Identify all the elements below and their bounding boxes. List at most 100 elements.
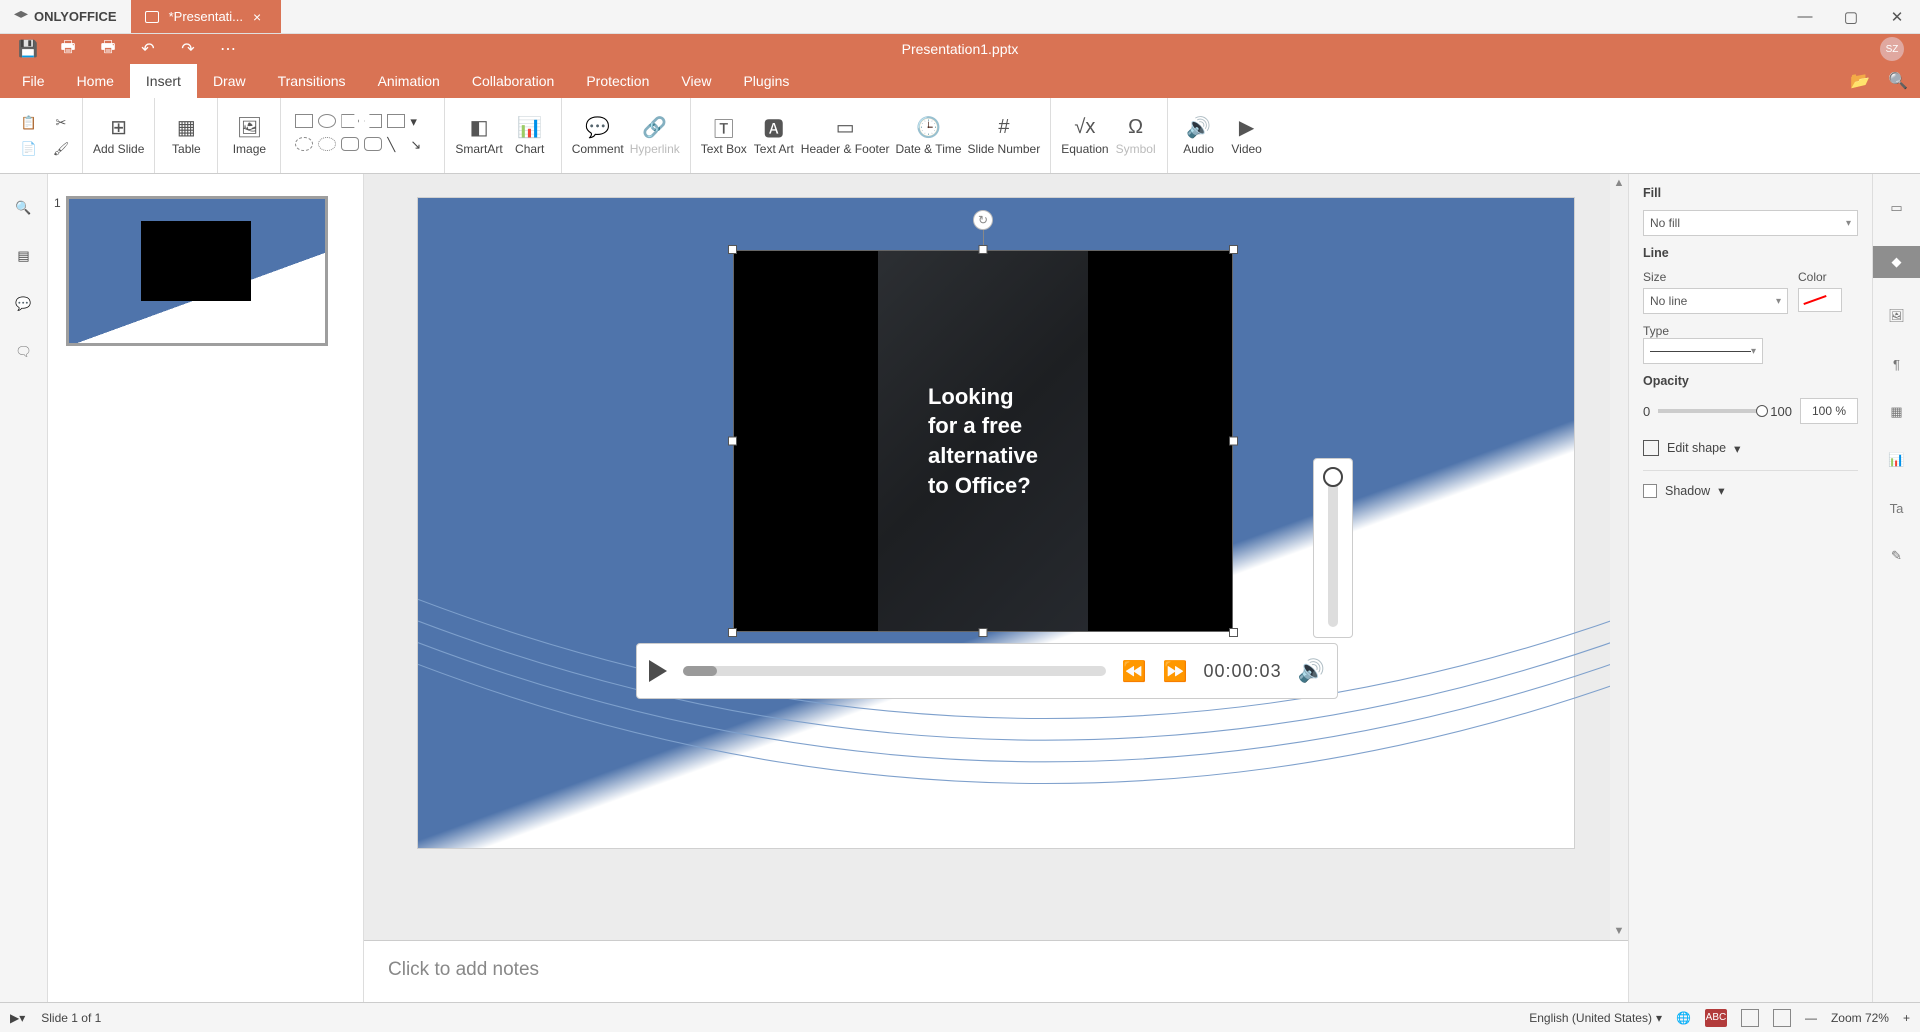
tab-protection[interactable]: Protection	[570, 64, 665, 98]
slide-settings-icon[interactable]: ▭	[1887, 198, 1907, 218]
seek-bar[interactable]	[683, 666, 1106, 676]
header-footer-button[interactable]: ▭ Header & Footer	[801, 115, 890, 156]
resize-handle-n[interactable]	[979, 245, 988, 254]
fill-select[interactable]: No fill ▾	[1643, 210, 1858, 236]
tab-collaboration[interactable]: Collaboration	[456, 64, 571, 98]
notes-pane[interactable]: Click to add notes	[364, 940, 1628, 1002]
opacity-knob[interactable]	[1756, 405, 1768, 417]
comment-button[interactable]: 💬 Comment	[572, 115, 624, 156]
zoom-in-button[interactable]: +	[1903, 1011, 1910, 1025]
textart-settings-icon[interactable]: Ta	[1887, 498, 1907, 518]
slide-thumbnail-1[interactable]	[66, 196, 328, 346]
resize-handle-e[interactable]	[1229, 437, 1238, 446]
forward-button[interactable]: ⏩	[1163, 659, 1188, 684]
spellcheck-badge[interactable]: ABC	[1705, 1009, 1727, 1027]
rewind-button[interactable]: ⏪	[1122, 659, 1147, 684]
video-frame[interactable]: Looking for a free alternative to Office…	[733, 250, 1233, 632]
line-color-swatch[interactable]	[1798, 288, 1842, 312]
paste-button[interactable]: 📄	[18, 138, 40, 160]
video-button[interactable]: ▶ Video	[1226, 115, 1268, 156]
table-button[interactable]: ▦ Table	[165, 115, 207, 156]
resize-handle-nw[interactable]	[728, 245, 737, 254]
scroll-down-icon[interactable]: ▼	[1610, 922, 1628, 940]
shapes-gallery[interactable]: ▾ ╲ ↘	[291, 110, 434, 161]
resize-handle-se[interactable]	[1229, 628, 1238, 637]
chart-settings-icon[interactable]: 📊	[1887, 450, 1907, 470]
chart-button[interactable]: 📊 Chart	[509, 115, 551, 156]
paragraph-settings-icon[interactable]: ¶	[1887, 354, 1907, 374]
signature-settings-icon[interactable]: ✎	[1887, 546, 1907, 566]
hyperlink-button[interactable]: 🔗 Hyperlink	[630, 115, 680, 156]
document-tab[interactable]: *Presentati... ×	[131, 0, 282, 33]
table-settings-icon[interactable]: ▦	[1887, 402, 1907, 422]
quick-print-button[interactable]: 🖶	[88, 34, 128, 64]
shadow-checkbox[interactable]	[1643, 484, 1657, 498]
tab-home[interactable]: Home	[61, 64, 130, 98]
find-icon[interactable]: 🔍	[14, 198, 34, 218]
opacity-slider[interactable]	[1658, 409, 1762, 413]
copy-button[interactable]: 📋	[18, 112, 40, 134]
search-icon[interactable]: 🔍	[1888, 71, 1908, 91]
textbox-button[interactable]: 🅃 Text Box	[701, 115, 747, 156]
window-minimize[interactable]: —	[1782, 0, 1828, 33]
start-slideshow-button[interactable]: ▶▾	[10, 1011, 25, 1025]
tab-draw[interactable]: Draw	[197, 64, 262, 98]
print-button[interactable]: 🖶	[48, 34, 88, 64]
add-slide-button[interactable]: ⊞ Add Slide	[93, 115, 144, 156]
close-tab-icon[interactable]: ×	[253, 9, 261, 25]
language-selector[interactable]: English (United States) ▾	[1529, 1011, 1662, 1025]
fit-slide-button[interactable]	[1741, 1009, 1759, 1027]
save-button[interactable]: 💾	[8, 34, 48, 64]
window-close[interactable]: ✕	[1874, 0, 1920, 33]
resize-handle-s[interactable]	[979, 628, 988, 637]
tab-animation[interactable]: Animation	[362, 64, 456, 98]
volume-track[interactable]	[1328, 469, 1338, 627]
open-location-icon[interactable]: 📂	[1850, 71, 1870, 91]
cut-button[interactable]: ✂	[50, 112, 72, 134]
line-size-select[interactable]: No line ▾	[1643, 288, 1788, 314]
more-button[interactable]: ⋯	[208, 34, 248, 64]
date-time-button[interactable]: 🕒 Date & Time	[896, 115, 962, 156]
video-object-selected[interactable]: Looking for a free alternative to Office…	[733, 250, 1233, 632]
edit-shape-button[interactable]: Edit shape ▾	[1643, 434, 1858, 456]
textart-button[interactable]: 🅰 Text Art	[753, 115, 795, 156]
line-type-select[interactable]: ▾	[1643, 338, 1763, 364]
volume-icon[interactable]: 🔊	[1298, 658, 1325, 684]
shape-settings-icon[interactable]: ◆	[1873, 246, 1920, 278]
shadow-toggle[interactable]: Shadow ▾	[1643, 470, 1858, 498]
zoom-out-button[interactable]: —	[1805, 1011, 1817, 1025]
scroll-up-icon[interactable]: ▲	[1610, 174, 1628, 192]
audio-button[interactable]: 🔊 Audio	[1178, 115, 1220, 156]
resize-handle-sw[interactable]	[728, 628, 737, 637]
slide-canvas[interactable]: Looking for a free alternative to Office…	[418, 198, 1574, 848]
symbol-button[interactable]: Ω Symbol	[1115, 115, 1157, 156]
resize-handle-ne[interactable]	[1229, 245, 1238, 254]
play-button[interactable]	[649, 660, 667, 682]
tab-view[interactable]: View	[665, 64, 727, 98]
image-settings-icon[interactable]: 🖼	[1887, 306, 1907, 326]
volume-knob[interactable]	[1323, 467, 1343, 487]
tab-insert[interactable]: Insert	[130, 64, 197, 98]
tab-file[interactable]: File	[6, 64, 61, 98]
globe-icon[interactable]: 🌐	[1676, 1011, 1691, 1025]
rotation-handle[interactable]	[973, 210, 993, 230]
slide-number-button[interactable]: # Slide Number	[968, 115, 1041, 156]
vertical-scrollbar[interactable]: ▲ ▼	[1610, 174, 1628, 940]
tab-plugins[interactable]: Plugins	[727, 64, 805, 98]
resize-handle-w[interactable]	[728, 437, 737, 446]
window-maximize[interactable]: ▢	[1828, 0, 1874, 33]
feedback-icon[interactable]: 🗨	[14, 342, 34, 362]
equation-button[interactable]: √x Equation	[1061, 115, 1108, 156]
volume-popup[interactable]	[1313, 458, 1353, 638]
format-painter-button[interactable]: 🖌	[50, 138, 72, 160]
image-button[interactable]: 🖼 Image	[228, 115, 270, 156]
slides-icon[interactable]: ▤	[14, 246, 34, 266]
redo-button[interactable]: ↷	[168, 34, 208, 64]
undo-button[interactable]: ↶	[128, 34, 168, 64]
opacity-input[interactable]: 100 %	[1800, 398, 1858, 424]
user-avatar[interactable]: SZ	[1880, 37, 1904, 61]
comments-icon[interactable]: 💬	[14, 294, 34, 314]
smartart-button[interactable]: ◧ SmartArt	[455, 115, 502, 156]
tab-transitions[interactable]: Transitions	[262, 64, 362, 98]
fit-width-button[interactable]	[1773, 1009, 1791, 1027]
